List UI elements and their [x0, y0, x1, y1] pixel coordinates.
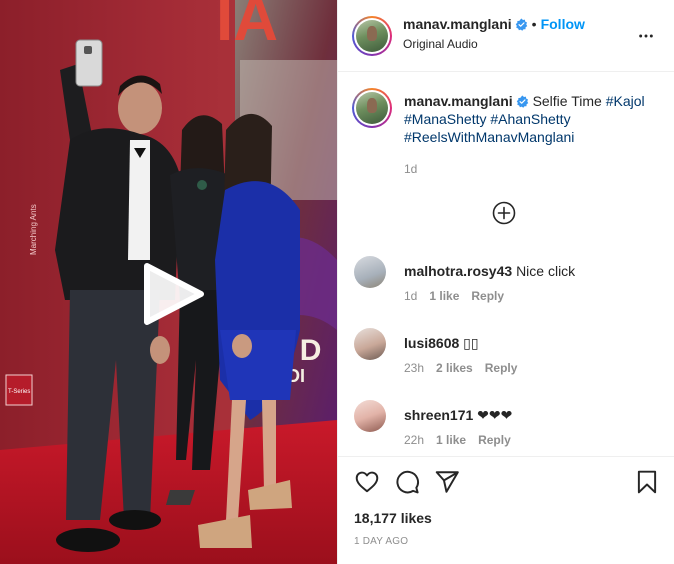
post-sidebar: manav.manglani • Follow Original Audio man… — [337, 0, 674, 564]
comment-likes[interactable]: 1 like — [429, 289, 459, 303]
hashtag-link[interactable]: #ManaShetty — [404, 111, 487, 127]
comment-likes[interactable]: 1 like — [436, 433, 466, 447]
comment-body: shreen171 ❤❤❤ — [404, 407, 644, 424]
comment-username[interactable]: malhotra.rosy43 — [404, 263, 512, 279]
comment-icon[interactable] — [394, 469, 420, 495]
reply-button[interactable]: Reply — [485, 361, 518, 375]
follow-button[interactable]: Follow — [541, 16, 585, 32]
post-media[interactable]: IA I N P D IDI Marching Ants T-Series — [0, 0, 337, 564]
comment-item: lusi8608 ▯▯ 23h 2 likes Reply — [338, 328, 674, 388]
comment-item: shreen171 ❤❤❤ 22h 1 like Reply — [338, 400, 674, 460]
post-timestamp[interactable]: 1 DAY AGO — [354, 536, 408, 547]
heart-icon[interactable] — [354, 469, 380, 495]
reply-button[interactable]: Reply — [478, 433, 511, 447]
comment-body: lusi8608 ▯▯ — [404, 335, 644, 352]
comment-likes[interactable]: 2 likes — [436, 361, 473, 375]
play-button[interactable] — [141, 262, 205, 326]
comment-body: malhotra.rosy43 Nice click — [404, 263, 644, 279]
commenter-avatar[interactable] — [354, 256, 386, 288]
share-icon[interactable] — [434, 469, 460, 495]
comment-item: malhotra.rosy43 Nice click 1d 1 like Reply — [338, 256, 674, 316]
reply-button[interactable]: Reply — [471, 289, 504, 303]
author-avatar[interactable] — [352, 16, 392, 56]
caption-avatar[interactable] — [352, 88, 392, 128]
comment-meta: 1d 1 like Reply — [404, 289, 516, 303]
commenter-avatar[interactable] — [354, 400, 386, 432]
bookmark-icon[interactable] — [634, 469, 660, 495]
post-header: manav.manglani • Follow Original Audio — [338, 0, 674, 72]
hashtag-link[interactable]: #AhanShetty — [490, 111, 570, 127]
verified-icon — [516, 95, 528, 108]
tseries-logo: T-Series — [8, 389, 30, 395]
hashtag-link[interactable]: #Kajol — [606, 93, 645, 109]
comment-meta: 22h 1 like Reply — [404, 433, 523, 447]
comment-text: Nice click — [516, 263, 576, 279]
comment-time[interactable]: 22h — [404, 433, 424, 447]
comment-username[interactable]: shreen171 — [404, 407, 473, 423]
watermark-text: Marching Ants — [29, 204, 38, 255]
play-icon — [144, 263, 204, 325]
add-circle-icon[interactable] — [492, 201, 516, 225]
action-bar — [338, 456, 674, 506]
comment-text: ▯▯ — [463, 335, 479, 351]
backdrop-letters: IA — [216, 0, 278, 54]
caption-timestamp[interactable]: 1d — [404, 162, 417, 176]
comment-text: ❤❤❤ — [477, 407, 513, 423]
verified-icon — [515, 18, 527, 31]
comment-meta: 23h 2 likes Reply — [404, 361, 529, 375]
separator-dot: • — [531, 16, 537, 32]
audio-label[interactable]: Original Audio — [403, 37, 478, 51]
likes-count[interactable]: 18,177 likes — [354, 510, 432, 526]
hashtag-link[interactable]: #ReelsWithManavManglani — [404, 129, 574, 145]
comment-time[interactable]: 23h — [404, 361, 424, 375]
commenter-avatar[interactable] — [354, 328, 386, 360]
author-line: manav.manglani • Follow — [403, 16, 585, 32]
more-options-icon[interactable] — [637, 28, 655, 44]
author-username[interactable]: manav.manglani — [403, 16, 512, 32]
post-caption: manav.manglani Selfie Time #Kajol #ManaS… — [404, 92, 654, 146]
comment-username[interactable]: lusi8608 — [404, 335, 459, 351]
caption-text: Selfie Time — [532, 93, 602, 109]
comment-time[interactable]: 1d — [404, 289, 417, 303]
caption-username[interactable]: manav.manglani — [404, 93, 513, 109]
